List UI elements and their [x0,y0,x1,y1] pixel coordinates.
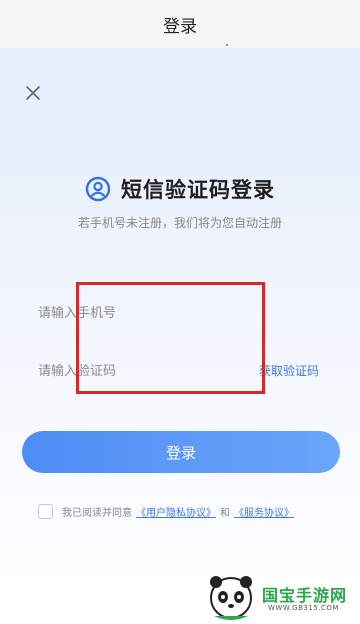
login-heading: 短信验证码登录 [121,178,275,202]
watermark: 国宝手游网 WWW.GB315.COM [206,572,356,622]
agreement-row: 我已阅读并同意 《用户隐私协议》 和 《服务协议》 [38,503,298,519]
panda-logo-icon [210,576,252,620]
register-hint: 若手机号未注册，我们将为您自动注册 [77,216,282,230]
highlight-box [76,282,265,394]
user-circle-icon [85,176,111,202]
close-icon [26,86,40,100]
login-button[interactable]: 登录 [22,431,340,473]
top-bar: 登录 [0,0,360,48]
heading-row: 短信验证码登录 [0,172,360,206]
get-code-button[interactable]: 获取验证码 [259,362,319,379]
agreement-prefix: 我已阅读并同意 [62,507,132,519]
watermark-url: WWW.GB315.COM [268,604,339,612]
privacy-link[interactable]: 《用户隐私协议》 [136,504,216,519]
service-link[interactable]: 《服务协议》 [234,504,294,519]
agreement-and: 和 [220,507,230,519]
status-dot [226,44,228,46]
watermark-text: 国宝手游网 [262,586,348,605]
page-title: 登录 [163,16,197,37]
close-button[interactable] [22,82,44,104]
agree-checkbox[interactable] [38,503,53,519]
